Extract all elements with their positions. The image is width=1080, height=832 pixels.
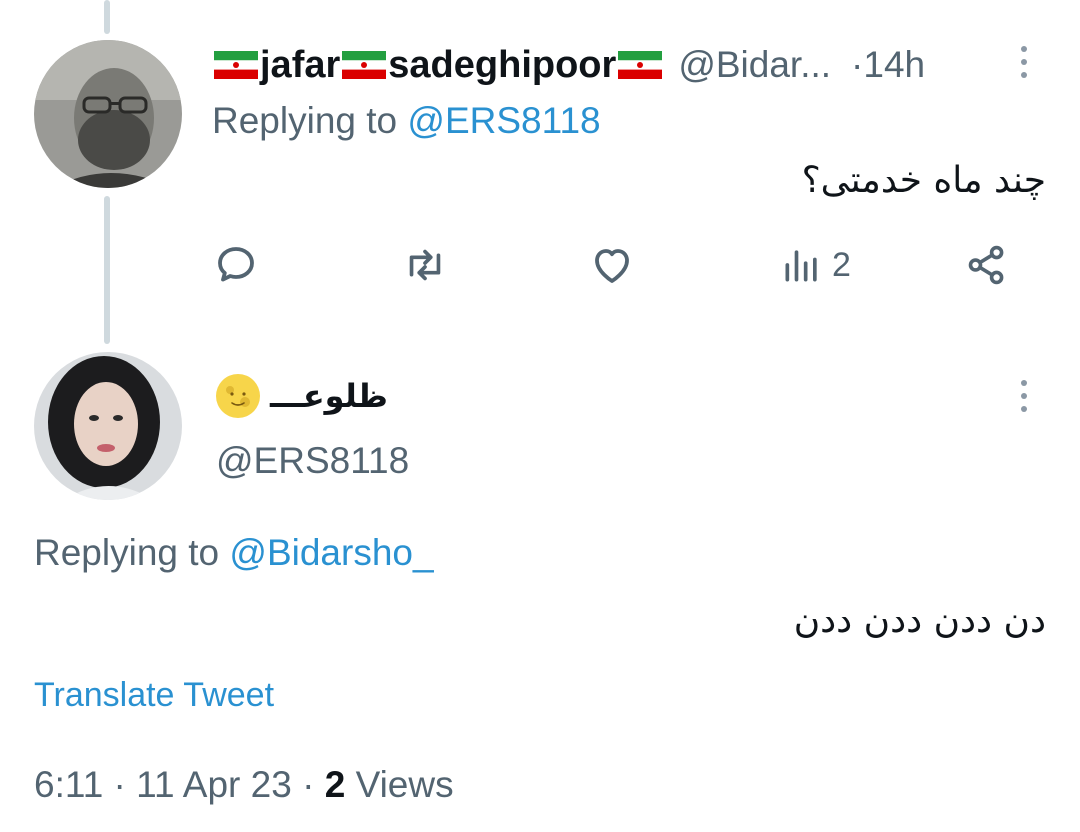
display-name-jafar[interactable]: jafar sadeghipoor bbox=[212, 44, 664, 87]
more-options-icon[interactable] bbox=[1016, 376, 1032, 416]
thread-line-connector bbox=[104, 196, 110, 344]
views-icon bbox=[785, 250, 817, 282]
iran-flag-icon bbox=[342, 51, 387, 79]
avatar-jafar[interactable] bbox=[34, 40, 182, 188]
like-button[interactable] bbox=[588, 238, 636, 292]
moon-face-icon bbox=[216, 374, 260, 418]
name-part-first: jafar bbox=[260, 43, 341, 86]
reply-tweet-header: jafar sadeghipoor @Bidar... ·14h bbox=[212, 40, 1052, 90]
retweet-icon bbox=[409, 249, 441, 281]
replying-to-line: Replying to @Bidarsho_ bbox=[34, 532, 434, 574]
handle-truncated[interactable]: @Bidar... bbox=[678, 44, 831, 86]
views-button[interactable]: 2 bbox=[780, 238, 851, 292]
share-button[interactable] bbox=[964, 238, 1010, 292]
replying-prefix: Replying to bbox=[212, 100, 398, 141]
time-label: 14h bbox=[863, 44, 926, 85]
reply-tweet-body: چند ماه خدمتی؟ bbox=[801, 160, 1046, 201]
tweet-actions: 2 bbox=[212, 238, 1022, 292]
handle-ers8118[interactable]: @ERS8118 bbox=[216, 440, 409, 482]
main-tweet-header: ظلوعـــ bbox=[214, 370, 388, 422]
iran-flag-icon bbox=[618, 51, 663, 79]
avatar-photo-ers8118 bbox=[34, 352, 182, 500]
tweet-timestamp[interactable]: 6:11 · 11 Apr 23 · bbox=[34, 764, 314, 805]
separator-dot: · bbox=[851, 44, 864, 85]
display-name-ers8118[interactable]: ظلوعـــ bbox=[270, 377, 388, 415]
retweet-button[interactable] bbox=[400, 238, 450, 292]
share-icon bbox=[968, 245, 1004, 285]
name-part-last: sadeghipoor bbox=[388, 43, 617, 86]
translate-tweet-link[interactable]: Translate Tweet bbox=[34, 676, 274, 715]
views-label: Views bbox=[355, 764, 454, 805]
replying-mention-link[interactable]: @Bidarsho_ bbox=[229, 532, 433, 573]
avatar-ers8118[interactable] bbox=[34, 352, 182, 500]
heart-icon bbox=[595, 249, 629, 283]
main-tweet-body: دن ددن ددن ددن bbox=[793, 600, 1046, 641]
reply-icon bbox=[218, 247, 254, 282]
views-count: 2 bbox=[832, 245, 851, 284]
thread-line-top bbox=[104, 0, 110, 34]
replying-prefix: Replying to bbox=[34, 532, 220, 573]
reply-button[interactable] bbox=[212, 238, 260, 292]
more-options-icon[interactable] bbox=[1016, 42, 1032, 82]
avatar-photo-jafar bbox=[34, 40, 182, 188]
iran-flag-icon bbox=[214, 51, 258, 79]
replying-to-line: Replying to @ERS8118 bbox=[212, 100, 601, 142]
timestamp[interactable]: ·14h bbox=[851, 44, 925, 86]
replying-mention-link[interactable]: @ERS8118 bbox=[407, 100, 600, 141]
views-count-bold: 2 bbox=[324, 764, 346, 805]
tweet-meta: 6:11 · 11 Apr 23 · 2 Views bbox=[34, 764, 454, 806]
